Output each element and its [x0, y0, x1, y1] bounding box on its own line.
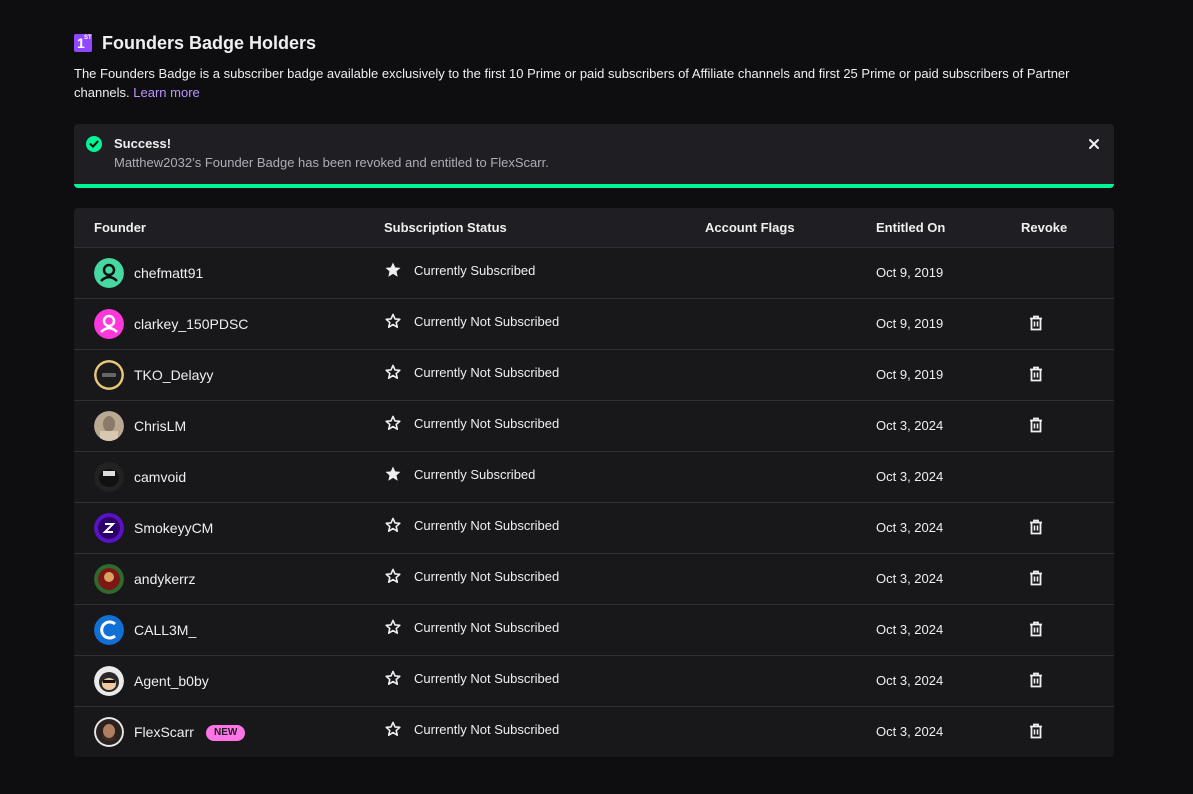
entitled-date: Oct 9, 2019 — [876, 316, 944, 331]
star-outline-icon — [384, 414, 402, 432]
founders-table: Founder Subscription Status Account Flag… — [74, 208, 1114, 757]
founder-username[interactable]: SmokeyyCM — [134, 520, 213, 536]
trash-icon[interactable] — [1027, 365, 1045, 383]
table-row: camvoid Currently Subscribed Oct 3, 2024 — [74, 451, 1114, 502]
avatar[interactable] — [94, 309, 124, 339]
table-body: chefmatt91 Currently Subscribed Oct 9, 201… — [74, 247, 1114, 757]
table-row: FlexScarr NEW Currently Not Subscribed Oct … — [74, 706, 1114, 757]
avatar[interactable] — [94, 360, 124, 390]
founders-section: 1 ST Founders Badge Holders The Founders… — [74, 32, 1114, 757]
table-row: chefmatt91 Currently Subscribed Oct 9, 201… — [74, 247, 1114, 298]
founder-username[interactable]: Agent_b0by — [134, 673, 209, 689]
trash-icon[interactable] — [1027, 518, 1045, 536]
star-filled-icon — [384, 261, 402, 279]
close-icon[interactable] — [1086, 136, 1102, 152]
description-text: The Founders Badge is a subscriber badge… — [74, 66, 1070, 100]
page-title: Founders Badge Holders — [102, 32, 317, 53]
entitled-date: Oct 3, 2024 — [876, 673, 944, 688]
learn-more-link[interactable]: Learn more — [133, 85, 199, 100]
subscription-status: Currently Subscribed — [414, 467, 536, 482]
table-row: clarkey_150PDSC Currently Not Subscribed O… — [74, 298, 1114, 349]
table-row: ChrisLM Currently Not Subscribed Oct 3, 20… — [74, 400, 1114, 451]
entitled-date: Oct 3, 2024 — [876, 724, 944, 739]
header-subscription-status: Subscription Status — [384, 220, 507, 235]
subscription-status: Currently Not Subscribed — [414, 365, 560, 380]
avatar[interactable] — [94, 564, 124, 594]
header-revoke: Revoke — [1021, 220, 1068, 235]
star-outline-icon — [384, 567, 402, 585]
subscription-status: Currently Subscribed — [414, 263, 536, 278]
trash-icon[interactable] — [1027, 416, 1045, 434]
subscription-status: Currently Not Subscribed — [414, 620, 560, 635]
founder-username[interactable]: CALL3M_ — [134, 622, 196, 638]
star-outline-icon — [384, 363, 402, 381]
table-row: Agent_b0by Currently Not Subscribed Oct 3,… — [74, 655, 1114, 706]
entitled-date: Oct 3, 2024 — [876, 469, 944, 484]
entitled-date: Oct 3, 2024 — [876, 418, 944, 433]
header-entitled-on: Entitled On — [876, 220, 946, 235]
entitled-date: Oct 9, 2019 — [876, 367, 944, 382]
table-row: andykerrz Currently Not Subscribed Oct 3, … — [74, 553, 1114, 604]
header-account-flags: Account Flags — [705, 220, 795, 235]
avatar[interactable] — [94, 666, 124, 696]
subscription-status: Currently Not Subscribed — [414, 518, 560, 533]
trash-icon[interactable] — [1027, 569, 1045, 587]
avatar[interactable] — [94, 513, 124, 543]
subscription-status: Currently Not Subscribed — [414, 671, 560, 686]
founder-username[interactable]: andykerrz — [134, 571, 195, 587]
check-circle-icon — [86, 136, 102, 152]
avatar[interactable] — [94, 717, 124, 747]
entitled-date: Oct 3, 2024 — [876, 571, 944, 586]
trash-icon[interactable] — [1027, 671, 1045, 689]
star-outline-icon — [384, 618, 402, 636]
subscription-status: Currently Not Subscribed — [414, 314, 560, 329]
subscription-status: Currently Not Subscribed — [414, 722, 560, 737]
new-badge: NEW — [206, 725, 246, 741]
alert-message: Matthew2032’s Founder Badge has been rev… — [114, 155, 549, 170]
avatar[interactable] — [94, 615, 124, 645]
table-row: TKO_Delayy Currently Not Subscribed Oct 9,… — [74, 349, 1114, 400]
alert-title: Success! — [114, 136, 172, 151]
avatar[interactable] — [94, 462, 124, 492]
entitled-date: Oct 9, 2019 — [876, 265, 944, 280]
founder-username[interactable]: clarkey_150PDSC — [134, 316, 248, 332]
success-alert: Success! Matthew2032’s Founder Badge has… — [74, 124, 1114, 188]
subscription-status: Currently Not Subscribed — [414, 416, 560, 431]
founder-username[interactable]: ChrisLM — [134, 418, 186, 434]
trash-icon[interactable] — [1027, 722, 1045, 740]
avatar[interactable] — [94, 411, 124, 441]
star-outline-icon — [384, 312, 402, 330]
trash-icon[interactable] — [1027, 314, 1045, 332]
entitled-date: Oct 3, 2024 — [876, 622, 944, 637]
header-founder: Founder — [94, 220, 146, 235]
description: The Founders Badge is a subscriber badge… — [74, 64, 1104, 102]
star-outline-icon — [384, 720, 402, 738]
founder-username[interactable]: TKO_Delayy — [134, 367, 213, 383]
founder-username[interactable]: FlexScarr — [134, 724, 194, 740]
star-outline-icon — [384, 669, 402, 687]
table-row: CALL3M_ Currently Not Subscribed Oct 3, 20… — [74, 604, 1114, 655]
star-outline-icon — [384, 516, 402, 534]
subscription-status: Currently Not Subscribed — [414, 569, 560, 584]
founder-username[interactable]: camvoid — [134, 469, 186, 485]
avatar[interactable] — [94, 258, 124, 288]
alert-accent-bar — [74, 184, 1114, 188]
founder-username[interactable]: chefmatt91 — [134, 265, 203, 281]
founders-badge-icon: 1 ST — [74, 34, 92, 52]
table-header: Founder Subscription Status Account Flag… — [74, 208, 1114, 247]
trash-icon[interactable] — [1027, 620, 1045, 638]
table-row: SmokeyyCM Currently Not Subscribed Oct 3, … — [74, 502, 1114, 553]
title-row: 1 ST Founders Badge Holders — [74, 32, 1114, 54]
star-filled-icon — [384, 465, 402, 483]
entitled-date: Oct 3, 2024 — [876, 520, 944, 535]
